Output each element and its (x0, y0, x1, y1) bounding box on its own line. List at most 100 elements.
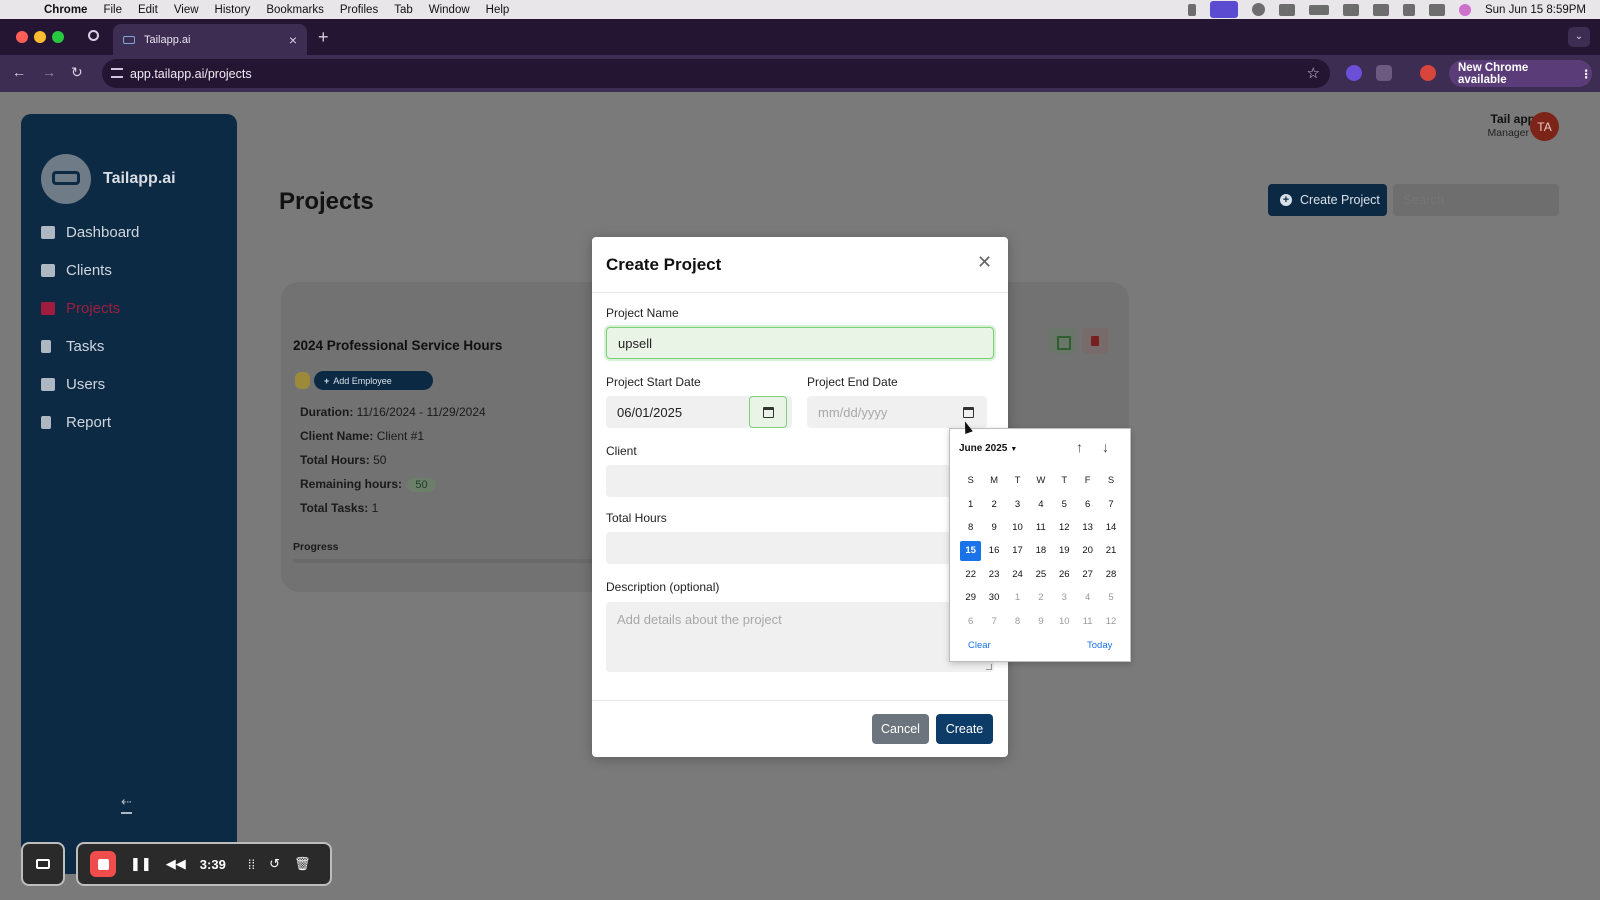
client-select[interactable] (606, 465, 994, 497)
previous-month-arrow-icon[interactable]: ↑ (1076, 439, 1083, 455)
datepicker-day[interactable]: 5 (1099, 586, 1122, 609)
screen-share-icon[interactable] (1209, 1, 1238, 18)
datepicker-day[interactable]: 9 (982, 516, 1005, 539)
edit-icon[interactable] (1049, 328, 1075, 354)
sidebar-item-clients[interactable]: Clients (41, 258, 112, 282)
datepicker-day[interactable]: 1 (1006, 586, 1029, 609)
sidebar-item-tasks[interactable]: Tasks (41, 334, 104, 358)
datepicker-day[interactable]: 24 (1006, 563, 1029, 586)
menu-edit[interactable]: Edit (138, 4, 158, 16)
search-input[interactable] (1393, 184, 1559, 216)
datepicker-day[interactable]: 12 (1099, 609, 1122, 632)
browser-tab[interactable]: Tailapp.ai × (113, 24, 307, 55)
datepicker-day[interactable]: 2 (1029, 586, 1052, 609)
address-bar[interactable]: app.tailapp.ai/projects ☆ (102, 59, 1330, 88)
datepicker-day[interactable]: 8 (959, 516, 982, 539)
datepicker-day[interactable]: 17 (1006, 539, 1029, 562)
menubar-clock[interactable]: Sun Jun 15 8:59PM (1485, 4, 1586, 16)
recorder-camera-button[interactable] (21, 842, 65, 886)
datepicker-day[interactable]: 4 (1029, 492, 1052, 515)
datepicker-day[interactable]: 4 (1076, 586, 1099, 609)
datepicker-day[interactable]: 13 (1076, 516, 1099, 539)
reload-button[interactable]: ↻ (71, 64, 83, 81)
datepicker-day[interactable]: 23 (982, 563, 1005, 586)
datepicker-today-button[interactable]: Today (1087, 640, 1112, 651)
datepicker-day[interactable]: 14 (1099, 516, 1122, 539)
datepicker-day[interactable]: 22 (959, 563, 982, 586)
wifi-icon[interactable] (1372, 3, 1389, 16)
datepicker-day[interactable]: 6 (1076, 492, 1099, 515)
datepicker-day[interactable]: 11 (1076, 609, 1099, 632)
datepicker-day[interactable]: 2 (982, 492, 1005, 515)
create-button[interactable]: Create (936, 714, 993, 744)
forward-button[interactable]: → (42, 64, 56, 80)
menu-app-name[interactable]: Chrome (44, 4, 87, 16)
extension-profile-icon[interactable] (1346, 65, 1362, 81)
window-close-button[interactable] (16, 31, 28, 43)
chrome-menu-icon[interactable]: ⋮ (1581, 67, 1593, 81)
cancel-button[interactable]: Cancel (872, 714, 929, 744)
datepicker-day[interactable]: 9 (1029, 609, 1052, 632)
tab-search-chevron-icon[interactable]: ⌄ (1568, 27, 1590, 47)
trash-icon[interactable] (1082, 328, 1108, 354)
datepicker-day[interactable]: 11 (1029, 516, 1052, 539)
datepicker-day[interactable]: 7 (1099, 492, 1122, 515)
datepicker-day[interactable]: 21 (1099, 539, 1122, 562)
datepicker-day[interactable]: 3 (1006, 492, 1029, 515)
datepicker-day[interactable]: 1 (959, 492, 982, 515)
menu-view[interactable]: View (174, 4, 199, 16)
sidebar-item-dashboard[interactable]: Dashboard (41, 220, 139, 244)
menu-help[interactable]: Help (486, 4, 510, 16)
menu-file[interactable]: File (103, 4, 122, 16)
add-employee-button[interactable]: + Add Employee (314, 371, 433, 390)
description-textarea[interactable]: Add details about the project (606, 602, 994, 672)
datepicker-day[interactable]: 5 (1053, 492, 1076, 515)
hotspot-icon[interactable] (1342, 3, 1359, 16)
trash-icon[interactable]: 🗑 (294, 856, 311, 872)
start-date-calendar-button[interactable] (749, 396, 787, 428)
datepicker-clear-button[interactable]: Clear (968, 640, 991, 651)
menu-profiles[interactable]: Profiles (340, 4, 378, 16)
new-chrome-available-button[interactable]: New Chrome available ⋮ (1449, 60, 1592, 87)
restart-icon[interactable]: ↺ (269, 856, 280, 872)
datepicker-day[interactable]: 25 (1029, 563, 1052, 586)
datepicker-day[interactable]: 10 (1006, 516, 1029, 539)
datepicker-day[interactable]: 3 (1053, 586, 1076, 609)
datepicker-day[interactable]: 29 (959, 586, 982, 609)
siri-icon[interactable] (1458, 3, 1471, 16)
total-hours-input[interactable] (606, 532, 994, 564)
site-info-icon[interactable] (111, 68, 123, 78)
next-month-arrow-icon[interactable]: ↓ (1102, 439, 1109, 455)
back-button[interactable]: ← (12, 64, 26, 80)
menu-history[interactable]: History (215, 4, 251, 16)
datepicker-day-selected[interactable]: 15 (959, 539, 982, 562)
grammarly-icon[interactable] (1251, 3, 1265, 16)
extensions-puzzle-icon[interactable] (1376, 65, 1392, 81)
microphone-icon[interactable] (1187, 3, 1196, 16)
datepicker-day[interactable]: 30 (982, 586, 1005, 609)
resize-handle[interactable] (986, 664, 992, 670)
close-icon[interactable]: ✕ (977, 252, 992, 273)
sidebar-item-projects[interactable]: Projects (41, 296, 120, 320)
datepicker-day[interactable]: 12 (1053, 516, 1076, 539)
menu-bookmarks[interactable]: Bookmarks (266, 4, 324, 16)
datepicker-day[interactable]: 7 (982, 609, 1005, 632)
bluetooth-extension-icon[interactable] (1278, 3, 1295, 16)
datepicker-day[interactable]: 8 (1006, 609, 1029, 632)
menu-window[interactable]: Window (429, 4, 470, 16)
address-url[interactable]: app.tailapp.ai/projects (130, 67, 252, 81)
datepicker-day[interactable]: 6 (959, 609, 982, 632)
datepicker-day[interactable]: 19 (1053, 539, 1076, 562)
pause-icon[interactable]: ❚❚ (130, 856, 152, 872)
profile-alert-icon[interactable] (1420, 65, 1436, 81)
window-zoom-button[interactable] (52, 31, 64, 43)
datepicker-day[interactable]: 10 (1053, 609, 1076, 632)
battery-icon[interactable] (1308, 4, 1329, 15)
datepicker-day[interactable]: 18 (1029, 539, 1052, 562)
window-minimize-button[interactable] (34, 31, 46, 43)
control-center-icon[interactable] (1428, 3, 1445, 16)
project-name-input[interactable]: upsell (606, 327, 994, 359)
grid-icon[interactable]: ⁞⁞ (248, 857, 255, 872)
datepicker-day[interactable]: 20 (1076, 539, 1099, 562)
datepicker-day[interactable]: 27 (1076, 563, 1099, 586)
